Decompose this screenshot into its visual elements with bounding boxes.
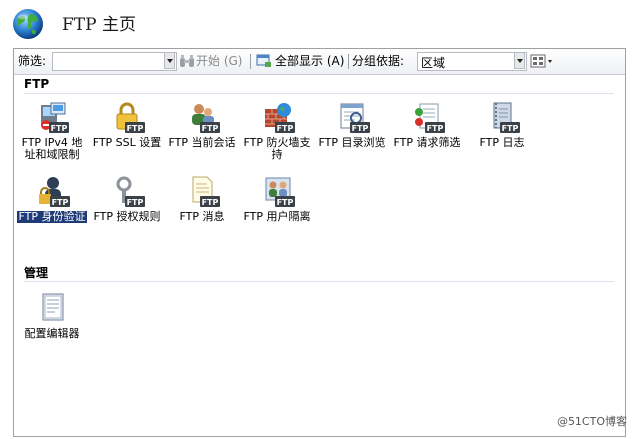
show-all-icon	[256, 54, 271, 67]
svg-text:FTP: FTP	[202, 124, 219, 133]
firewall-icon: FTP	[265, 103, 295, 133]
feature-label: FTP 日志	[479, 136, 525, 149]
svg-text:FTP: FTP	[52, 198, 69, 207]
feature-ftp-authorization-rules[interactable]: FTP FTP 授权规则	[92, 175, 162, 239]
watermark: @51CTO博客	[556, 415, 627, 428]
feature-label: FTP SSL 设置	[92, 136, 162, 149]
feature-ftp-directory-browsing[interactable]: FTP FTP 目录浏览	[317, 101, 387, 165]
key-icon: FTP	[116, 176, 145, 207]
svg-text:FTP: FTP	[127, 124, 144, 133]
binoculars-icon	[180, 55, 194, 67]
section-title-ftp: FTP	[24, 77, 50, 91]
authentication-user-lock-icon: FTP	[39, 177, 70, 207]
features-panel: 筛选: 开始 (G) 全部显示 (A) 分组依据: 区域 FTP FTP FTP…	[13, 48, 626, 437]
feature-label: FTP 防火墙支持	[243, 136, 311, 161]
directory-browse-icon: FTP	[340, 103, 370, 133]
feature-ftp-ipv4-restrictions[interactable]: FTP FTP IPv4 地址和域限制	[17, 101, 87, 165]
show-all-button[interactable]: 全部显示 (A)	[275, 54, 344, 69]
feature-label: FTP 目录浏览	[318, 136, 386, 149]
start-filter-button[interactable]: 开始 (G)	[196, 54, 242, 69]
padlock-icon: FTP	[116, 102, 145, 133]
feature-label: FTP 当前会话	[168, 136, 236, 149]
view-mode-icon[interactable]	[530, 54, 554, 68]
message-document-icon: FTP	[192, 176, 220, 207]
svg-text:FTP: FTP	[502, 124, 519, 133]
group-by-label: 分组依据:	[352, 54, 405, 68]
users-sessions-icon: FTP	[192, 104, 220, 133]
svg-text:FTP: FTP	[127, 198, 144, 207]
user-isolation-icon: FTP	[265, 177, 295, 207]
feature-ftp-authentication[interactable]: FTP FTP 身份验证	[16, 175, 88, 239]
svg-text:FTP: FTP	[427, 124, 444, 133]
toolbar-separator	[348, 54, 349, 69]
filter-input[interactable]	[52, 52, 177, 71]
group-by-dropdown-arrow[interactable]	[514, 52, 525, 69]
svg-text:FTP: FTP	[51, 124, 68, 133]
feature-label: FTP 消息	[179, 210, 225, 223]
ip-restrictions-icon: FTP	[41, 102, 69, 133]
log-book-icon: FTP	[493, 102, 520, 133]
group-by-value: 区域	[421, 56, 446, 70]
feature-ftp-firewall-support[interactable]: FTP FTP 防火墙支持	[242, 101, 312, 165]
feature-label: FTP IPv4 地址和域限制	[21, 136, 83, 161]
section-divider	[24, 93, 614, 94]
page-title: FTP 主页	[62, 15, 136, 35]
feature-label: FTP 身份验证	[16, 210, 88, 224]
group-by-select[interactable]: 区域	[417, 52, 527, 71]
feature-label: FTP 授权规则	[93, 210, 161, 223]
feature-ftp-current-sessions[interactable]: FTP FTP 当前会话	[167, 101, 237, 165]
page-header: FTP 主页	[0, 0, 637, 46]
svg-text:FTP: FTP	[277, 124, 294, 133]
feature-label: FTP 请求筛选	[393, 136, 461, 149]
feature-ftp-ssl-settings[interactable]: FTP FTP SSL 设置	[92, 101, 162, 165]
feature-configuration-editor[interactable]: 配置编辑器	[17, 292, 87, 356]
toolbar-separator	[250, 54, 251, 69]
feature-label: FTP 用户隔离	[243, 210, 311, 223]
svg-text:FTP: FTP	[277, 198, 294, 207]
globe-icon	[13, 9, 43, 39]
configuration-editor-icon	[42, 293, 64, 321]
feature-ftp-request-filtering[interactable]: FTP FTP 请求筛选	[392, 101, 462, 165]
filter-dropdown-arrow[interactable]	[164, 52, 175, 69]
filter-label: 筛选:	[18, 54, 47, 68]
svg-text:FTP: FTP	[202, 198, 219, 207]
feature-ftp-logging[interactable]: FTP FTP 日志	[467, 101, 537, 165]
feature-ftp-messages[interactable]: FTP FTP 消息	[167, 175, 237, 239]
section-title-manage: 管理	[24, 266, 49, 280]
svg-text:FTP: FTP	[352, 124, 369, 133]
filter-toolbar: 筛选: 开始 (G) 全部显示 (A) 分组依据: 区域	[14, 49, 625, 75]
request-filter-icon: FTP	[415, 103, 445, 133]
feature-ftp-user-isolation[interactable]: FTP FTP 用户隔离	[242, 175, 312, 239]
feature-label: 配置编辑器	[24, 327, 80, 340]
section-divider	[24, 281, 614, 282]
